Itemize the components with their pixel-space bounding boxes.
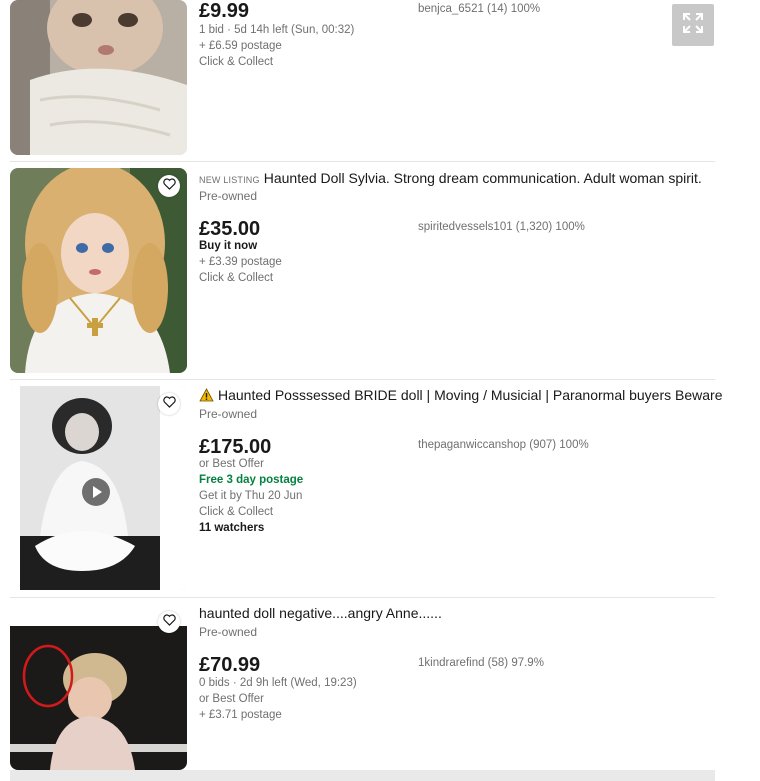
listing-4-offer: or Best Offer xyxy=(199,693,264,705)
listing-3-offer: or Best Offer xyxy=(199,458,264,470)
watch-button[interactable] xyxy=(158,611,180,633)
listing-2-title[interactable]: Haunted Doll Sylvia. Strong dream commun… xyxy=(264,170,702,186)
divider xyxy=(10,597,715,598)
watch-button[interactable] xyxy=(158,175,180,197)
listing-3-collect: Click & Collect xyxy=(199,506,274,518)
play-icon[interactable] xyxy=(89,484,105,500)
listing-2-postage: + £3.39 postage xyxy=(199,256,282,268)
expand-icon xyxy=(682,12,704,39)
warning-icon xyxy=(199,388,214,405)
listing-4-seller[interactable]: 1kindrarefind (58) 97.9% xyxy=(418,657,544,669)
listing-1-postage: + £6.59 postage xyxy=(199,40,282,52)
listing-1-collect: Click & Collect xyxy=(199,56,274,68)
listing-1-bids-time: 1 bid · 5d 14h left (Sun, 00:32) xyxy=(199,24,355,36)
listing-3-image[interactable] xyxy=(10,386,187,590)
listing-3-condition: Pre-owned xyxy=(199,407,258,421)
divider xyxy=(10,161,715,162)
listing-4-postage: + £3.71 postage xyxy=(199,709,282,721)
expand-button[interactable] xyxy=(672,4,714,46)
listing-2-buy-format: Buy it now xyxy=(199,240,258,252)
listing-4-title[interactable]: haunted doll negative....angry Anne.....… xyxy=(199,605,442,621)
listing-3-delivery: Get it by Thu 20 Jun xyxy=(199,490,303,502)
listing-4-price: £70.99 xyxy=(199,654,261,676)
listing-1-seller[interactable]: benjca_6521 (14) 100% xyxy=(418,3,540,15)
watch-button[interactable] xyxy=(158,393,180,415)
heart-icon xyxy=(162,177,176,195)
listing-3-title-row[interactable]: Haunted Posssessed BRIDE doll | Moving /… xyxy=(199,387,723,405)
new-listing-badge: NEW LISTING xyxy=(199,175,260,185)
divider xyxy=(10,379,715,380)
listing-3-seller[interactable]: thepaganwiccanshop (907) 100% xyxy=(418,439,589,451)
listing-4-condition: Pre-owned xyxy=(199,625,258,639)
listing-2-seller[interactable]: spiritedvessels101 (1,320) 100% xyxy=(418,221,585,233)
listing-2-image[interactable] xyxy=(10,168,187,373)
listing-3-price: £175.00 xyxy=(199,436,272,458)
listing-4-bids-time: 0 bids · 2d 9h left (Wed, 19:23) xyxy=(199,677,357,689)
listing-3-watchers: 11 watchers xyxy=(199,522,265,534)
listing-1-image[interactable] xyxy=(10,0,187,155)
heart-icon xyxy=(162,613,176,631)
listing-2-condition: Pre-owned xyxy=(199,189,258,203)
listing-1-price: £9.99 xyxy=(199,0,250,22)
listing-3-title[interactable]: Haunted Posssessed BRIDE doll | Moving /… xyxy=(218,387,723,403)
listing-2-collect: Click & Collect xyxy=(199,272,274,284)
listing-2-title-row[interactable]: NEW LISTING Haunted Doll Sylvia. Strong d… xyxy=(199,170,702,186)
listing-2-price: £35.00 xyxy=(199,218,261,240)
listing-3-postage: Free 3 day postage xyxy=(199,474,304,486)
heart-icon xyxy=(162,395,176,413)
bottom-bar xyxy=(10,770,715,781)
